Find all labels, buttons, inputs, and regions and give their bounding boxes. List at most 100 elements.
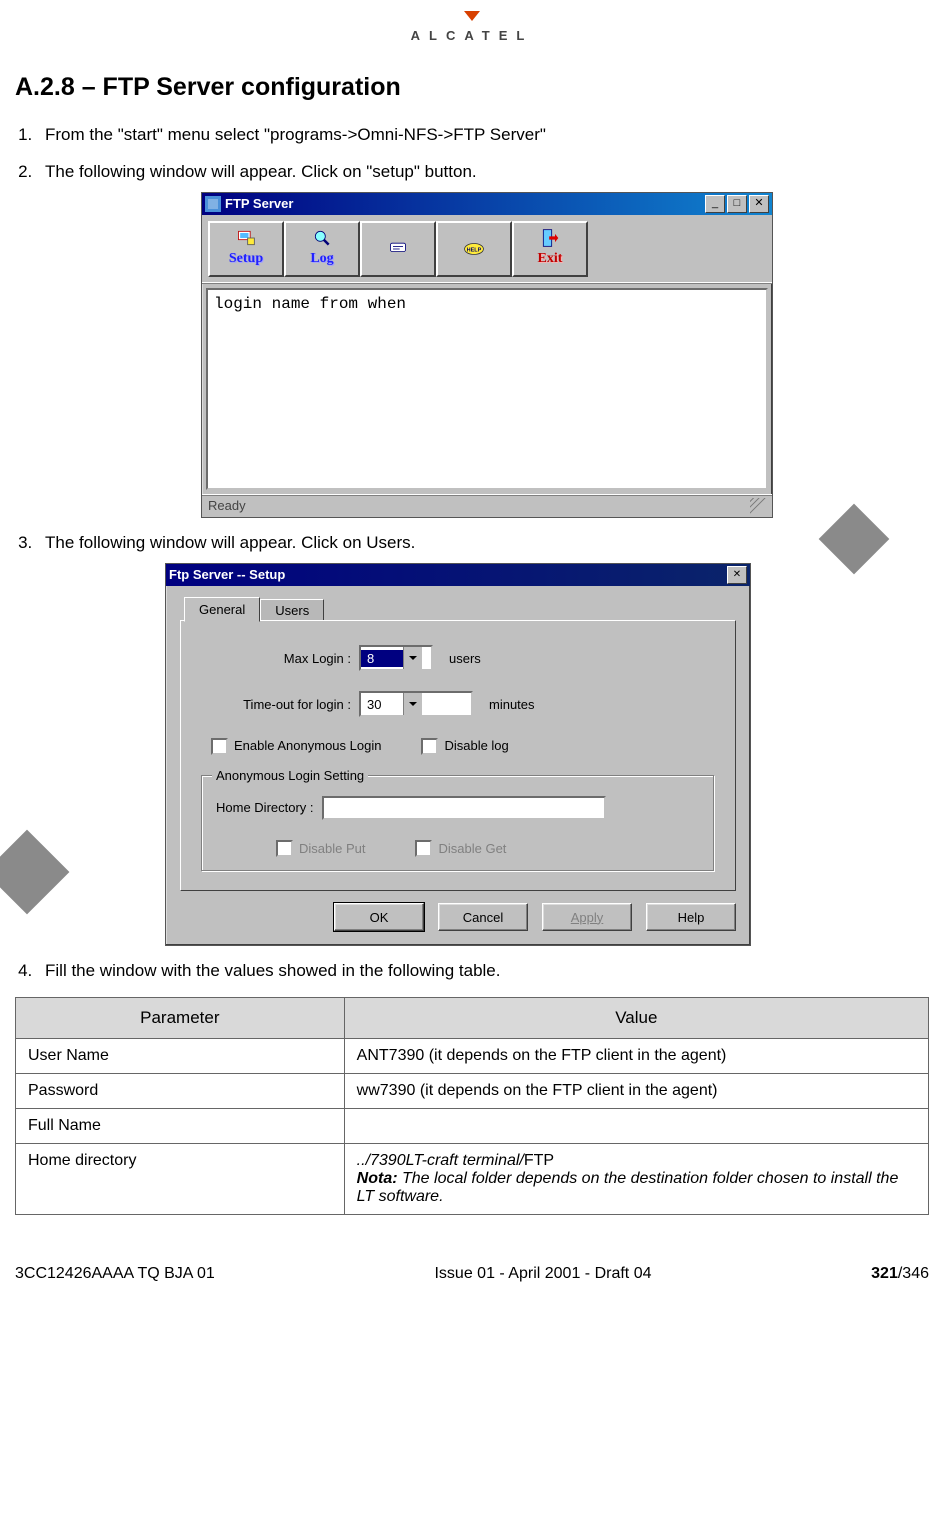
cell-value: ww7390 (it depends on the FTP client in …: [344, 1074, 928, 1109]
maxlogin-combo[interactable]: 8: [359, 645, 433, 671]
parameter-table: Parameter Value User Name ANT7390 (it de…: [15, 997, 929, 1215]
step-2-text: The following window will appear. Click …: [45, 162, 477, 181]
table-row: Password ww7390 (it depends on the FTP c…: [16, 1074, 929, 1109]
logo-arrow-icon: [464, 11, 480, 21]
disable-put-label: Disable Put: [299, 840, 365, 858]
table-row: Full Name: [16, 1109, 929, 1144]
sys-icon: [205, 196, 221, 212]
step-1: From the "start" menu select "programs->…: [37, 124, 929, 147]
maxlogin-label: Max Login :: [201, 650, 351, 668]
step-4-text: Fill the window with the values showed i…: [45, 961, 500, 980]
timeout-label: Time-out for login :: [201, 696, 351, 714]
brand-logo: ALCATEL: [15, 8, 929, 43]
toolbar: Setup Log HELP Exit: [202, 215, 772, 284]
help-button[interactable]: HELP: [436, 221, 512, 277]
section-heading: A.2.8 – FTP Server configuration: [15, 73, 929, 102]
group-legend: Anonymous Login Setting: [212, 767, 368, 785]
cell-param: User Name: [16, 1039, 345, 1074]
maxlogin-unit: users: [449, 650, 481, 668]
exit-label: Exit: [538, 250, 563, 269]
timeout-combo[interactable]: 30: [359, 691, 473, 717]
dialog-title: Ftp Server -- Setup: [169, 566, 727, 584]
brand-text: ALCATEL: [15, 28, 929, 43]
step-4: Fill the window with the values showed i…: [37, 960, 929, 983]
tab-strip: General Users: [180, 596, 736, 622]
setup-icon: [235, 228, 257, 248]
apply-label: Apply: [571, 909, 604, 927]
exit-icon: [539, 228, 561, 248]
table-row: User Name ANT7390 (it depends on the FTP…: [16, 1039, 929, 1074]
checkbox-icon: [421, 738, 438, 755]
maximize-button[interactable]: □: [727, 195, 747, 213]
disable-get-checkbox: Disable Get: [415, 840, 506, 858]
setup-button[interactable]: Setup: [208, 221, 284, 277]
ftp-server-window: FTP Server _ □ ✕ Setup Log: [201, 192, 773, 518]
step-2: The following window will appear. Click …: [37, 161, 929, 518]
magnifier-icon: [311, 228, 333, 248]
disable-get-label: Disable Get: [438, 840, 506, 858]
status-text: Ready: [208, 497, 246, 515]
apply-button[interactable]: Apply: [542, 903, 632, 931]
close-button[interactable]: [727, 566, 747, 584]
disable-put-checkbox: Disable Put: [276, 840, 365, 858]
anonymous-group: Anonymous Login Setting Home Directory :…: [201, 775, 715, 873]
speech-icon: [387, 239, 409, 259]
cell-value: ../7390LT-craft terminal/FTP Nota: The l…: [344, 1144, 928, 1215]
cell-value: [344, 1109, 928, 1144]
titlebar[interactable]: Ftp Server -- Setup: [166, 564, 750, 586]
page-number: 321/346: [871, 1265, 929, 1283]
issue-line: Issue 01 - April 2001 - Draft 04: [434, 1265, 651, 1283]
cell-param: Full Name: [16, 1109, 345, 1144]
checkbox-icon: [211, 738, 228, 755]
maxlogin-value: 8: [361, 650, 403, 668]
checkbox-icon: [415, 840, 432, 857]
page-total: /346: [898, 1265, 929, 1282]
tab-panel-general: Max Login : 8 users Time-out for login :…: [180, 620, 736, 891]
titlebar[interactable]: FTP Server _ □ ✕: [202, 193, 772, 215]
cell-param: Home directory: [16, 1144, 345, 1215]
step-3: The following window will appear. Click …: [37, 532, 929, 947]
minimize-button[interactable]: _: [705, 195, 725, 213]
exit-button[interactable]: Exit: [512, 221, 588, 277]
disable-log-label: Disable log: [444, 737, 508, 755]
note-text: The local folder depends on the destinat…: [357, 1170, 899, 1205]
page-footer: 3CC12426AAAA TQ BJA 01 Issue 01 - April …: [15, 1265, 929, 1283]
notes-button[interactable]: [360, 221, 436, 277]
page-current: 321: [871, 1265, 898, 1282]
homedir-label: Home Directory :: [216, 799, 314, 817]
th-value: Value: [344, 998, 928, 1039]
chevron-down-icon[interactable]: [403, 647, 422, 669]
chevron-down-icon[interactable]: [403, 693, 422, 715]
homedir-path-rest: FTP: [524, 1152, 554, 1169]
timeout-value: 30: [361, 696, 403, 714]
cell-value: ANT7390 (it depends on the FTP client in…: [344, 1039, 928, 1074]
disable-log-checkbox[interactable]: Disable log: [421, 737, 508, 755]
resize-grip-icon[interactable]: [750, 498, 766, 514]
log-button[interactable]: Log: [284, 221, 360, 277]
timeout-unit: minutes: [489, 696, 535, 714]
window-title: FTP Server: [225, 195, 705, 213]
help-icon: HELP: [463, 239, 485, 259]
setup-label: Setup: [229, 250, 263, 269]
step-3-text: The following window will appear. Click …: [45, 533, 415, 552]
cancel-button[interactable]: Cancel: [438, 903, 528, 931]
cell-param: Password: [16, 1074, 345, 1109]
th-parameter: Parameter: [16, 998, 345, 1039]
help-button[interactable]: Help: [646, 903, 736, 931]
tab-general[interactable]: General: [184, 597, 260, 623]
close-button[interactable]: ✕: [749, 195, 769, 213]
status-bar: Ready: [202, 494, 772, 517]
connection-list: login name from when: [206, 288, 768, 490]
table-row: Home directory ../7390LT-craft terminal/…: [16, 1144, 929, 1215]
log-label: Log: [310, 250, 333, 269]
homedir-input[interactable]: [322, 796, 606, 820]
ftp-setup-dialog: Ftp Server -- Setup General Users Max Lo…: [165, 563, 751, 947]
homedir-path-italic: ../7390LT-craft terminal/: [357, 1152, 524, 1169]
watermark-shape: [0, 829, 69, 914]
enable-anonymous-label: Enable Anonymous Login: [234, 737, 381, 755]
ok-button[interactable]: OK: [334, 903, 424, 931]
checkbox-icon: [276, 840, 293, 857]
note-label: Nota:: [357, 1170, 398, 1187]
enable-anonymous-checkbox[interactable]: Enable Anonymous Login: [211, 737, 381, 755]
svg-text:HELP: HELP: [467, 247, 482, 253]
